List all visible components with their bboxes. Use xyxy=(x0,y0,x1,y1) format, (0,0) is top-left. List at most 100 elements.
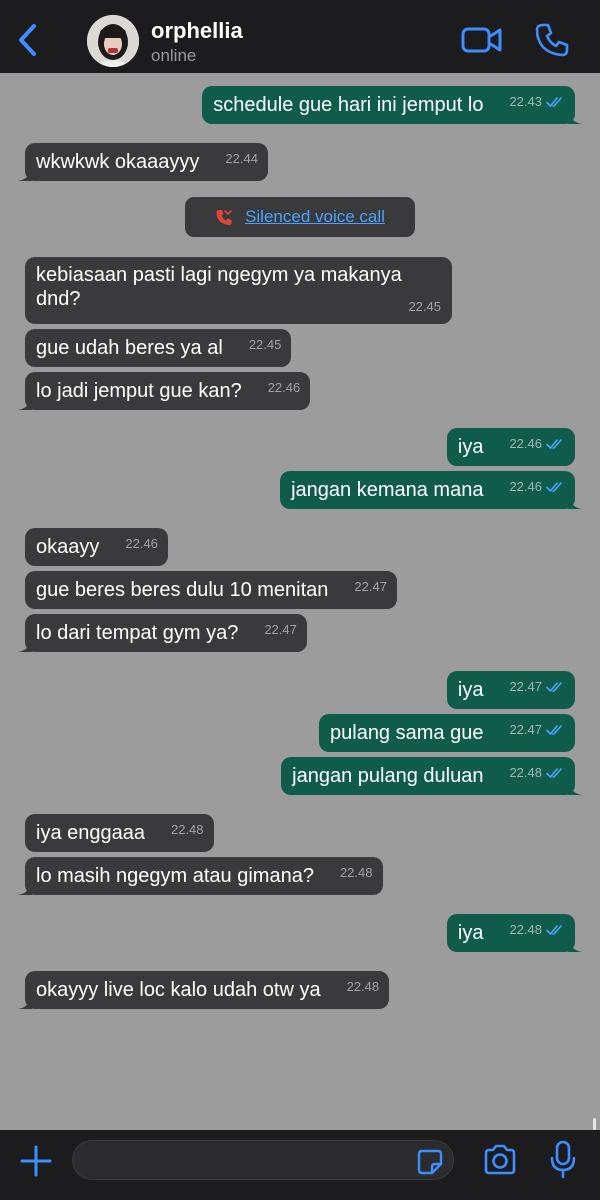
scroll-indicator[interactable] xyxy=(593,1118,596,1130)
message-outgoing[interactable]: iya 22.46 xyxy=(446,428,575,466)
sticker-icon[interactable] xyxy=(417,1149,443,1175)
message-meta: 22.47 xyxy=(354,575,387,599)
message-time: 22.47 xyxy=(509,679,542,694)
message-meta: 22.48 xyxy=(340,861,373,885)
message-time: 22.44 xyxy=(225,151,258,166)
contact-status: online xyxy=(151,46,197,65)
message-text: jangan kemana mana xyxy=(291,479,484,501)
message-text: jangan pulang duluan xyxy=(292,765,484,787)
message-meta: 22.46 xyxy=(125,532,158,556)
message-time: 22.46 xyxy=(509,436,542,451)
message-meta: 22.47 xyxy=(509,718,565,742)
message-outgoing[interactable]: schedule gue hari ini jemput lo 22.43 xyxy=(202,86,582,124)
silenced-call-notice[interactable]: Silenced voice call xyxy=(185,197,415,237)
double-check-icon xyxy=(546,439,562,449)
message-time: 22.48 xyxy=(346,979,380,994)
chat-header: orphellia online xyxy=(0,0,600,73)
message-text: okayyy live loc kalo udah otw ya xyxy=(36,979,321,1001)
bubble-tail xyxy=(568,781,582,795)
bubble-tail xyxy=(18,638,32,652)
camera-icon[interactable] xyxy=(483,1144,517,1176)
message-incoming[interactable]: okayyy live loc kalo udah otw ya 22.48 xyxy=(18,971,390,1009)
message-text: okaayy xyxy=(36,536,100,558)
message-time: 22.46 xyxy=(125,536,158,551)
message-incoming[interactable]: kebiasaan pasti lagi ngegym ya makanya d… xyxy=(25,257,452,324)
composer-bar xyxy=(0,1130,600,1200)
message-text: schedule gue hari ini jemput lo xyxy=(213,94,484,116)
bubble-tail xyxy=(568,938,582,952)
double-check-icon xyxy=(546,97,562,107)
video-call-icon[interactable] xyxy=(461,22,503,58)
message-time: 22.47 xyxy=(264,622,297,637)
message-meta: 22.45 xyxy=(408,295,441,319)
message-text: iya enggaaa xyxy=(36,822,145,844)
message-time: 22.48 xyxy=(509,765,542,780)
message-time: 22.47 xyxy=(509,722,542,737)
message-incoming[interactable]: gue beres beres dulu 10 menitan 22.47 xyxy=(25,571,397,609)
message-meta: 22.48 xyxy=(509,761,565,785)
double-check-icon xyxy=(546,682,562,692)
message-meta: 22.46 xyxy=(509,475,565,499)
message-outgoing[interactable]: iya 22.47 xyxy=(446,671,575,709)
message-time: 22.46 xyxy=(509,479,542,494)
message-meta: 22.48 xyxy=(347,975,380,999)
message-text: pulang sama gue xyxy=(330,722,484,744)
message-incoming[interactable]: wkwkwk okaaayyy 22.44 xyxy=(18,143,268,181)
message-incoming[interactable]: iya enggaaa 22.48 xyxy=(25,814,214,852)
message-list[interactable]: schedule gue hari ini jemput lo 22.43 wk… xyxy=(0,73,600,1130)
message-text: lo jadi jemput gue kan? xyxy=(36,380,242,402)
message-text: iya xyxy=(457,436,484,458)
message-meta: 22.46 xyxy=(509,432,565,456)
message-incoming[interactable]: lo dari tempat gym ya? 22.47 xyxy=(18,614,307,652)
chevron-left-icon[interactable] xyxy=(14,22,44,58)
message-meta: 22.47 xyxy=(264,618,297,642)
voice-call-icon[interactable] xyxy=(534,22,570,58)
message-incoming[interactable]: okaayy 22.46 xyxy=(25,528,168,566)
double-check-icon xyxy=(546,768,562,778)
plus-icon[interactable] xyxy=(19,1144,53,1178)
message-time: 22.48 xyxy=(170,822,204,837)
message-outgoing[interactable]: iya 22.48 xyxy=(446,914,582,952)
bubble-tail xyxy=(18,881,32,895)
bubble-tail xyxy=(568,110,582,124)
double-check-icon xyxy=(546,482,562,492)
message-meta: 22.48 xyxy=(509,918,565,942)
avatar[interactable] xyxy=(87,15,139,67)
silenced-call-link[interactable]: Silenced voice call xyxy=(245,207,385,227)
message-time: 22.48 xyxy=(509,922,542,937)
double-check-icon xyxy=(546,725,562,735)
message-text: lo masih ngegym atau gimana? xyxy=(36,865,314,887)
message-meta: 22.48 xyxy=(171,818,204,842)
message-meta: 22.44 xyxy=(225,147,258,171)
message-time: 22.45 xyxy=(408,299,441,314)
message-meta: 22.47 xyxy=(509,675,565,699)
message-text: iya xyxy=(457,679,484,701)
message-time: 22.45 xyxy=(248,337,282,352)
message-outgoing[interactable]: jangan pulang duluan 22.48 xyxy=(281,757,582,795)
missed-call-icon xyxy=(216,210,232,225)
message-time: 22.46 xyxy=(267,380,301,395)
message-meta: 22.43 xyxy=(509,90,565,114)
message-input[interactable] xyxy=(72,1140,454,1180)
message-meta: 22.46 xyxy=(268,376,301,400)
double-check-icon xyxy=(546,925,562,935)
contact-name[interactable]: orphellia xyxy=(151,18,243,44)
message-incoming[interactable]: lo jadi jemput gue kan? 22.46 xyxy=(18,372,311,410)
message-text: lo dari tempat gym ya? xyxy=(36,622,239,644)
message-time: 22.43 xyxy=(509,94,542,109)
message-incoming[interactable]: lo masih ngegym atau gimana? 22.48 xyxy=(18,857,383,895)
message-meta: 22.45 xyxy=(249,333,282,357)
message-text: wkwkwk okaaayyy xyxy=(36,151,200,173)
message-text: gue beres beres dulu 10 menitan xyxy=(36,579,329,601)
avatar-image xyxy=(87,15,139,67)
bubble-tail xyxy=(18,167,32,181)
message-time: 22.48 xyxy=(339,865,373,880)
message-time: 22.47 xyxy=(354,579,387,594)
bubble-tail xyxy=(18,396,32,410)
bubble-tail xyxy=(18,995,32,1009)
microphone-icon[interactable] xyxy=(549,1140,577,1180)
message-outgoing[interactable]: pulang sama gue 22.47 xyxy=(319,714,575,752)
message-incoming[interactable]: gue udah beres ya al 22.45 xyxy=(25,329,292,367)
message-text: iya xyxy=(457,922,484,944)
message-outgoing[interactable]: jangan kemana mana 22.46 xyxy=(280,471,582,509)
